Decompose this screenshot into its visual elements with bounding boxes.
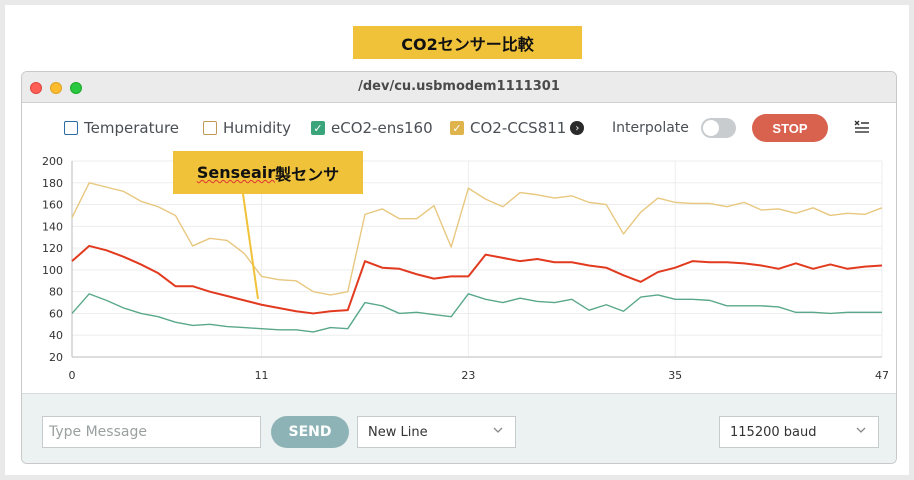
stop-button[interactable]: STOP [752, 114, 828, 142]
banner-title: CO2センサー比較 [353, 26, 582, 59]
plot-area: 20 40 60 80 100 120 140 160 180 200 0 11 23 35 47 [22, 153, 896, 393]
legend-label-temperature: Temperature [84, 119, 180, 137]
callout-brand: Senseair [196, 163, 276, 182]
y-tick-label: 120 [42, 242, 63, 255]
interpolate-toggle[interactable] [701, 118, 736, 138]
interpolate-label: Interpolate [612, 120, 689, 136]
y-tick-label: 160 [42, 199, 63, 212]
x-tick-label: 0 [69, 369, 76, 382]
callout-suffix: 製センサ [275, 164, 340, 184]
callout-label: Senseair 製センサ [173, 151, 363, 194]
chevron-right-icon[interactable]: › [570, 121, 585, 135]
line-ending-value: New Line [368, 424, 428, 440]
window-title: /dev/cu.usbmodem1111301 [358, 79, 560, 94]
legend-label-co2: CO2-CCS811 [470, 119, 567, 137]
legend-co2-ccs811[interactable]: ✓ CO2-CCS811 › [450, 119, 585, 137]
message-input[interactable] [42, 416, 261, 448]
chevron-down-icon [493, 425, 503, 438]
legend-humidity[interactable]: Humidity [203, 119, 291, 137]
x-tick-label: 11 [255, 369, 269, 382]
send-button[interactable]: SEND [271, 416, 349, 448]
series-line-0 [71, 182, 883, 296]
x-tick-label: 47 [875, 369, 889, 382]
checkbox-checked-icon[interactable]: ✓ [450, 121, 464, 135]
legend-temperature[interactable]: Temperature [64, 119, 179, 137]
y-tick-label: 40 [49, 329, 63, 342]
clear-list-icon[interactable] [852, 117, 872, 137]
y-tick-label: 20 [49, 351, 63, 364]
y-tick-label: 200 [42, 155, 63, 168]
checkbox-checked-icon[interactable]: ✓ [311, 121, 325, 135]
x-tick-label: 35 [668, 369, 682, 382]
checkbox-unchecked-icon[interactable] [64, 121, 78, 135]
y-tick-label: 80 [49, 286, 63, 299]
legend-eco2-ens160[interactable]: ✓ eCO2-ens160 [311, 119, 433, 137]
checkbox-unchecked-icon[interactable] [203, 121, 217, 135]
titlebar: /dev/cu.usbmodem1111301 [22, 72, 896, 103]
y-tick-label: 60 [49, 307, 63, 320]
legend-label-eco2: eCO2-ens160 [331, 119, 433, 137]
chevron-down-icon [856, 425, 866, 438]
series-line-1 [71, 244, 883, 315]
series-line-2 [71, 293, 882, 333]
toggle-knob [703, 120, 719, 136]
y-tick-label: 100 [42, 264, 63, 277]
line-ending-select[interactable]: New Line [357, 416, 516, 448]
x-tick-label: 23 [461, 369, 475, 382]
legend-row: Temperature Humidity ✓ eCO2-ens160 ✓ CO2… [22, 103, 896, 153]
serial-plotter-window: /dev/cu.usbmodem1111301 Temperature Humi… [21, 71, 897, 464]
line-chart: 20 40 60 80 100 120 140 160 180 200 0 11 23 35 47 [42, 155, 889, 382]
y-tick-label: 180 [42, 177, 63, 190]
y-tick-label: 140 [42, 220, 63, 233]
baud-rate-value: 115200 baud [730, 424, 817, 440]
legend-label-humidity: Humidity [223, 119, 292, 137]
bottom-toolbar: SEND New Line 115200 baud [22, 393, 896, 463]
baud-rate-select[interactable]: 115200 baud [719, 416, 879, 448]
